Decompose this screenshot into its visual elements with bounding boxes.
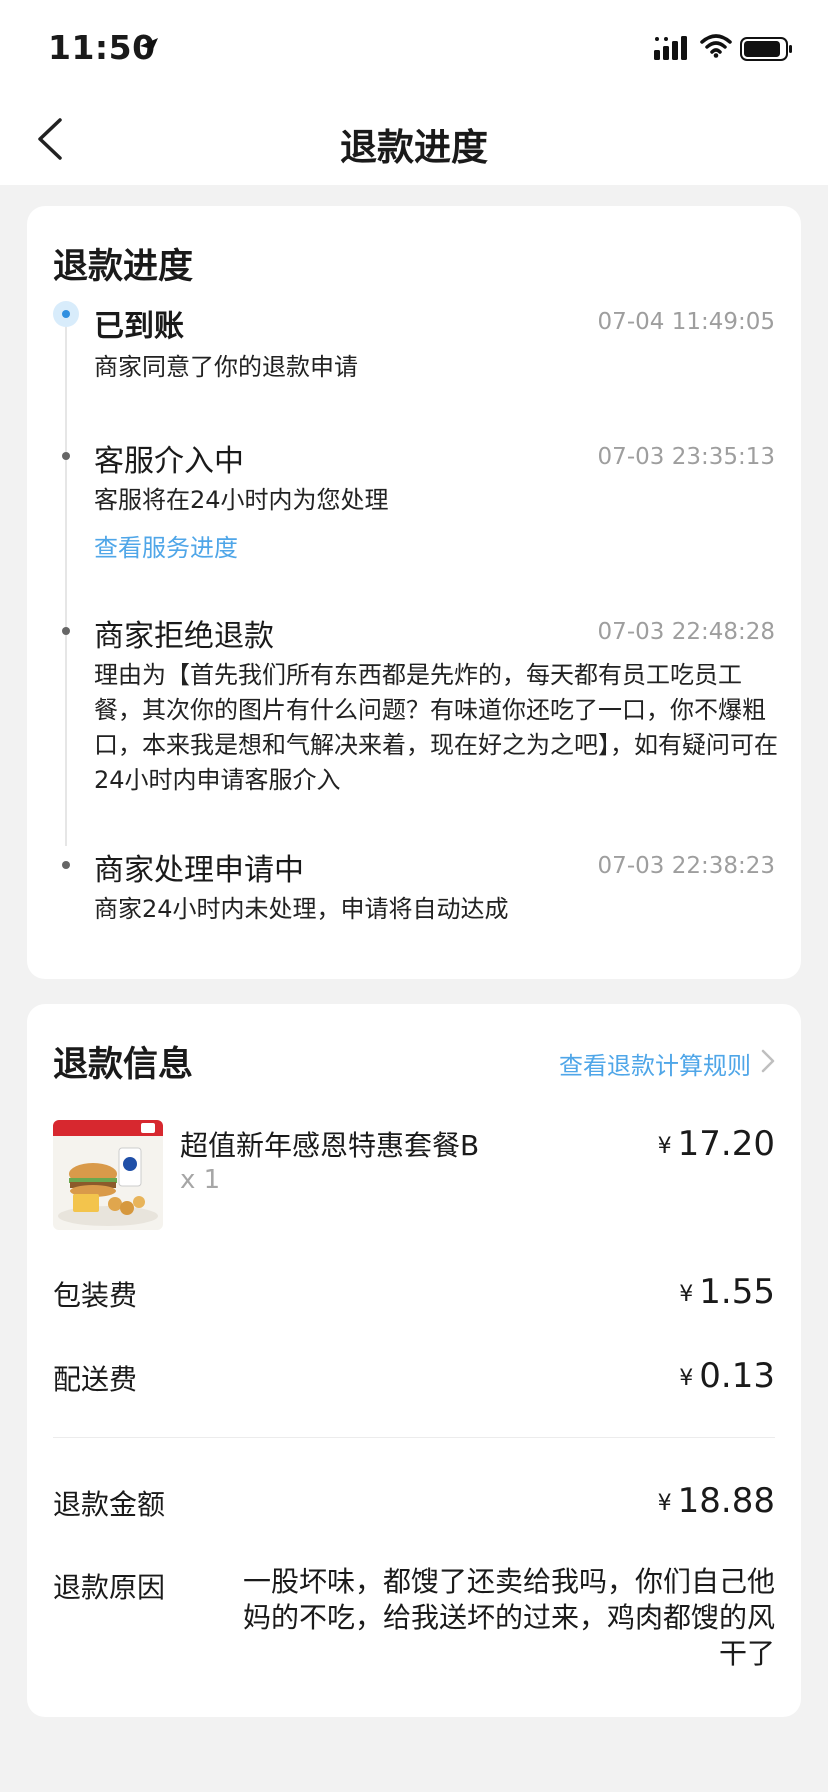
wifi-icon xyxy=(700,34,732,62)
location-arrow-icon xyxy=(138,36,160,62)
step-desc: 商家24小时内未处理，申请将自动达成 xyxy=(94,895,509,923)
product-quantity: x 1 xyxy=(180,1165,221,1195)
product-name: 超值新年感恩特惠套餐B xyxy=(180,1129,480,1162)
view-service-progress-link[interactable]: 查看服务进度 xyxy=(94,528,238,563)
step-title: 商家拒绝退款 xyxy=(94,619,274,654)
step-time: 07-03 22:48:28 xyxy=(597,619,775,645)
delivery-fee-value: 0.13 xyxy=(699,1356,775,1396)
refund-reason-label: 退款原因 xyxy=(53,1571,166,1604)
product-price: ¥17.20 xyxy=(658,1124,775,1164)
battery-icon xyxy=(740,37,794,65)
step-time: 07-03 23:35:13 xyxy=(597,444,775,470)
chevron-right-icon xyxy=(761,1049,775,1079)
refund-progress-card: 退款进度 已到账 07-04 11:49:05 商家同意了你的退款申请 客服介入… xyxy=(27,206,801,979)
view-refund-rules-link[interactable]: 查看退款计算规则 xyxy=(559,1046,775,1081)
timeline-dot xyxy=(62,627,70,635)
step-desc: 客服将在24小时内为您处理 xyxy=(94,486,389,514)
delivery-fee: ¥0.13 xyxy=(679,1356,775,1396)
packaging-fee-label: 包装费 xyxy=(53,1279,138,1312)
step-title: 商家处理申请中 xyxy=(94,853,304,888)
top-bar: 11:50 退款进度 xyxy=(0,0,828,185)
product-thumbnail[interactable] xyxy=(53,1120,163,1230)
step-time: 07-03 22:38:23 xyxy=(597,853,775,879)
step-desc: 理由为【首先我们所有东西都是先炸的，每天都有员工吃员工餐，其次你的图片有什么问题… xyxy=(94,661,778,794)
step-desc: 商家同意了你的退款申请 xyxy=(94,353,358,381)
refund-amount-label: 退款金额 xyxy=(53,1488,166,1521)
step-time: 07-04 11:49:05 xyxy=(597,309,775,335)
divider xyxy=(53,1437,775,1438)
refund-rules-label: 查看退款计算规则 xyxy=(559,1052,751,1080)
product-price-value: 17.20 xyxy=(677,1124,775,1164)
delivery-fee-label: 配送费 xyxy=(53,1363,138,1396)
page-title: 退款进度 xyxy=(340,126,488,169)
currency-symbol: ¥ xyxy=(679,1366,694,1391)
timeline-line xyxy=(65,306,67,846)
step-title: 客服介入中 xyxy=(94,444,244,479)
cellular-signal-icon xyxy=(654,36,690,64)
step-title: 已到账 xyxy=(94,309,184,344)
timeline-dot xyxy=(62,452,70,460)
refund-info-title: 退款信息 xyxy=(53,1045,194,1085)
currency-symbol: ¥ xyxy=(657,1134,672,1159)
refund-reason-text: 一股坏味，都馊了还卖给我吗，你们自己他妈的不吃，给我送坏的过来，鸡肉都馊的风干了 xyxy=(242,1565,775,1670)
refund-amount-value: 18.88 xyxy=(677,1481,775,1521)
refund-amount: ¥18.88 xyxy=(658,1481,775,1521)
timeline-dot xyxy=(62,861,70,869)
packaging-fee-value: 1.55 xyxy=(699,1272,775,1312)
currency-symbol: ¥ xyxy=(657,1491,672,1516)
timeline-active-dot xyxy=(53,301,79,327)
packaging-fee: ¥1.55 xyxy=(679,1272,775,1312)
refund-info-card: 退款信息 查看退款计算规则 超值新年感恩特惠套餐B x 1 ¥ 17.20 包装… xyxy=(27,1004,801,1717)
currency-symbol: ¥ xyxy=(679,1282,694,1307)
progress-section-title: 退款进度 xyxy=(53,247,194,287)
